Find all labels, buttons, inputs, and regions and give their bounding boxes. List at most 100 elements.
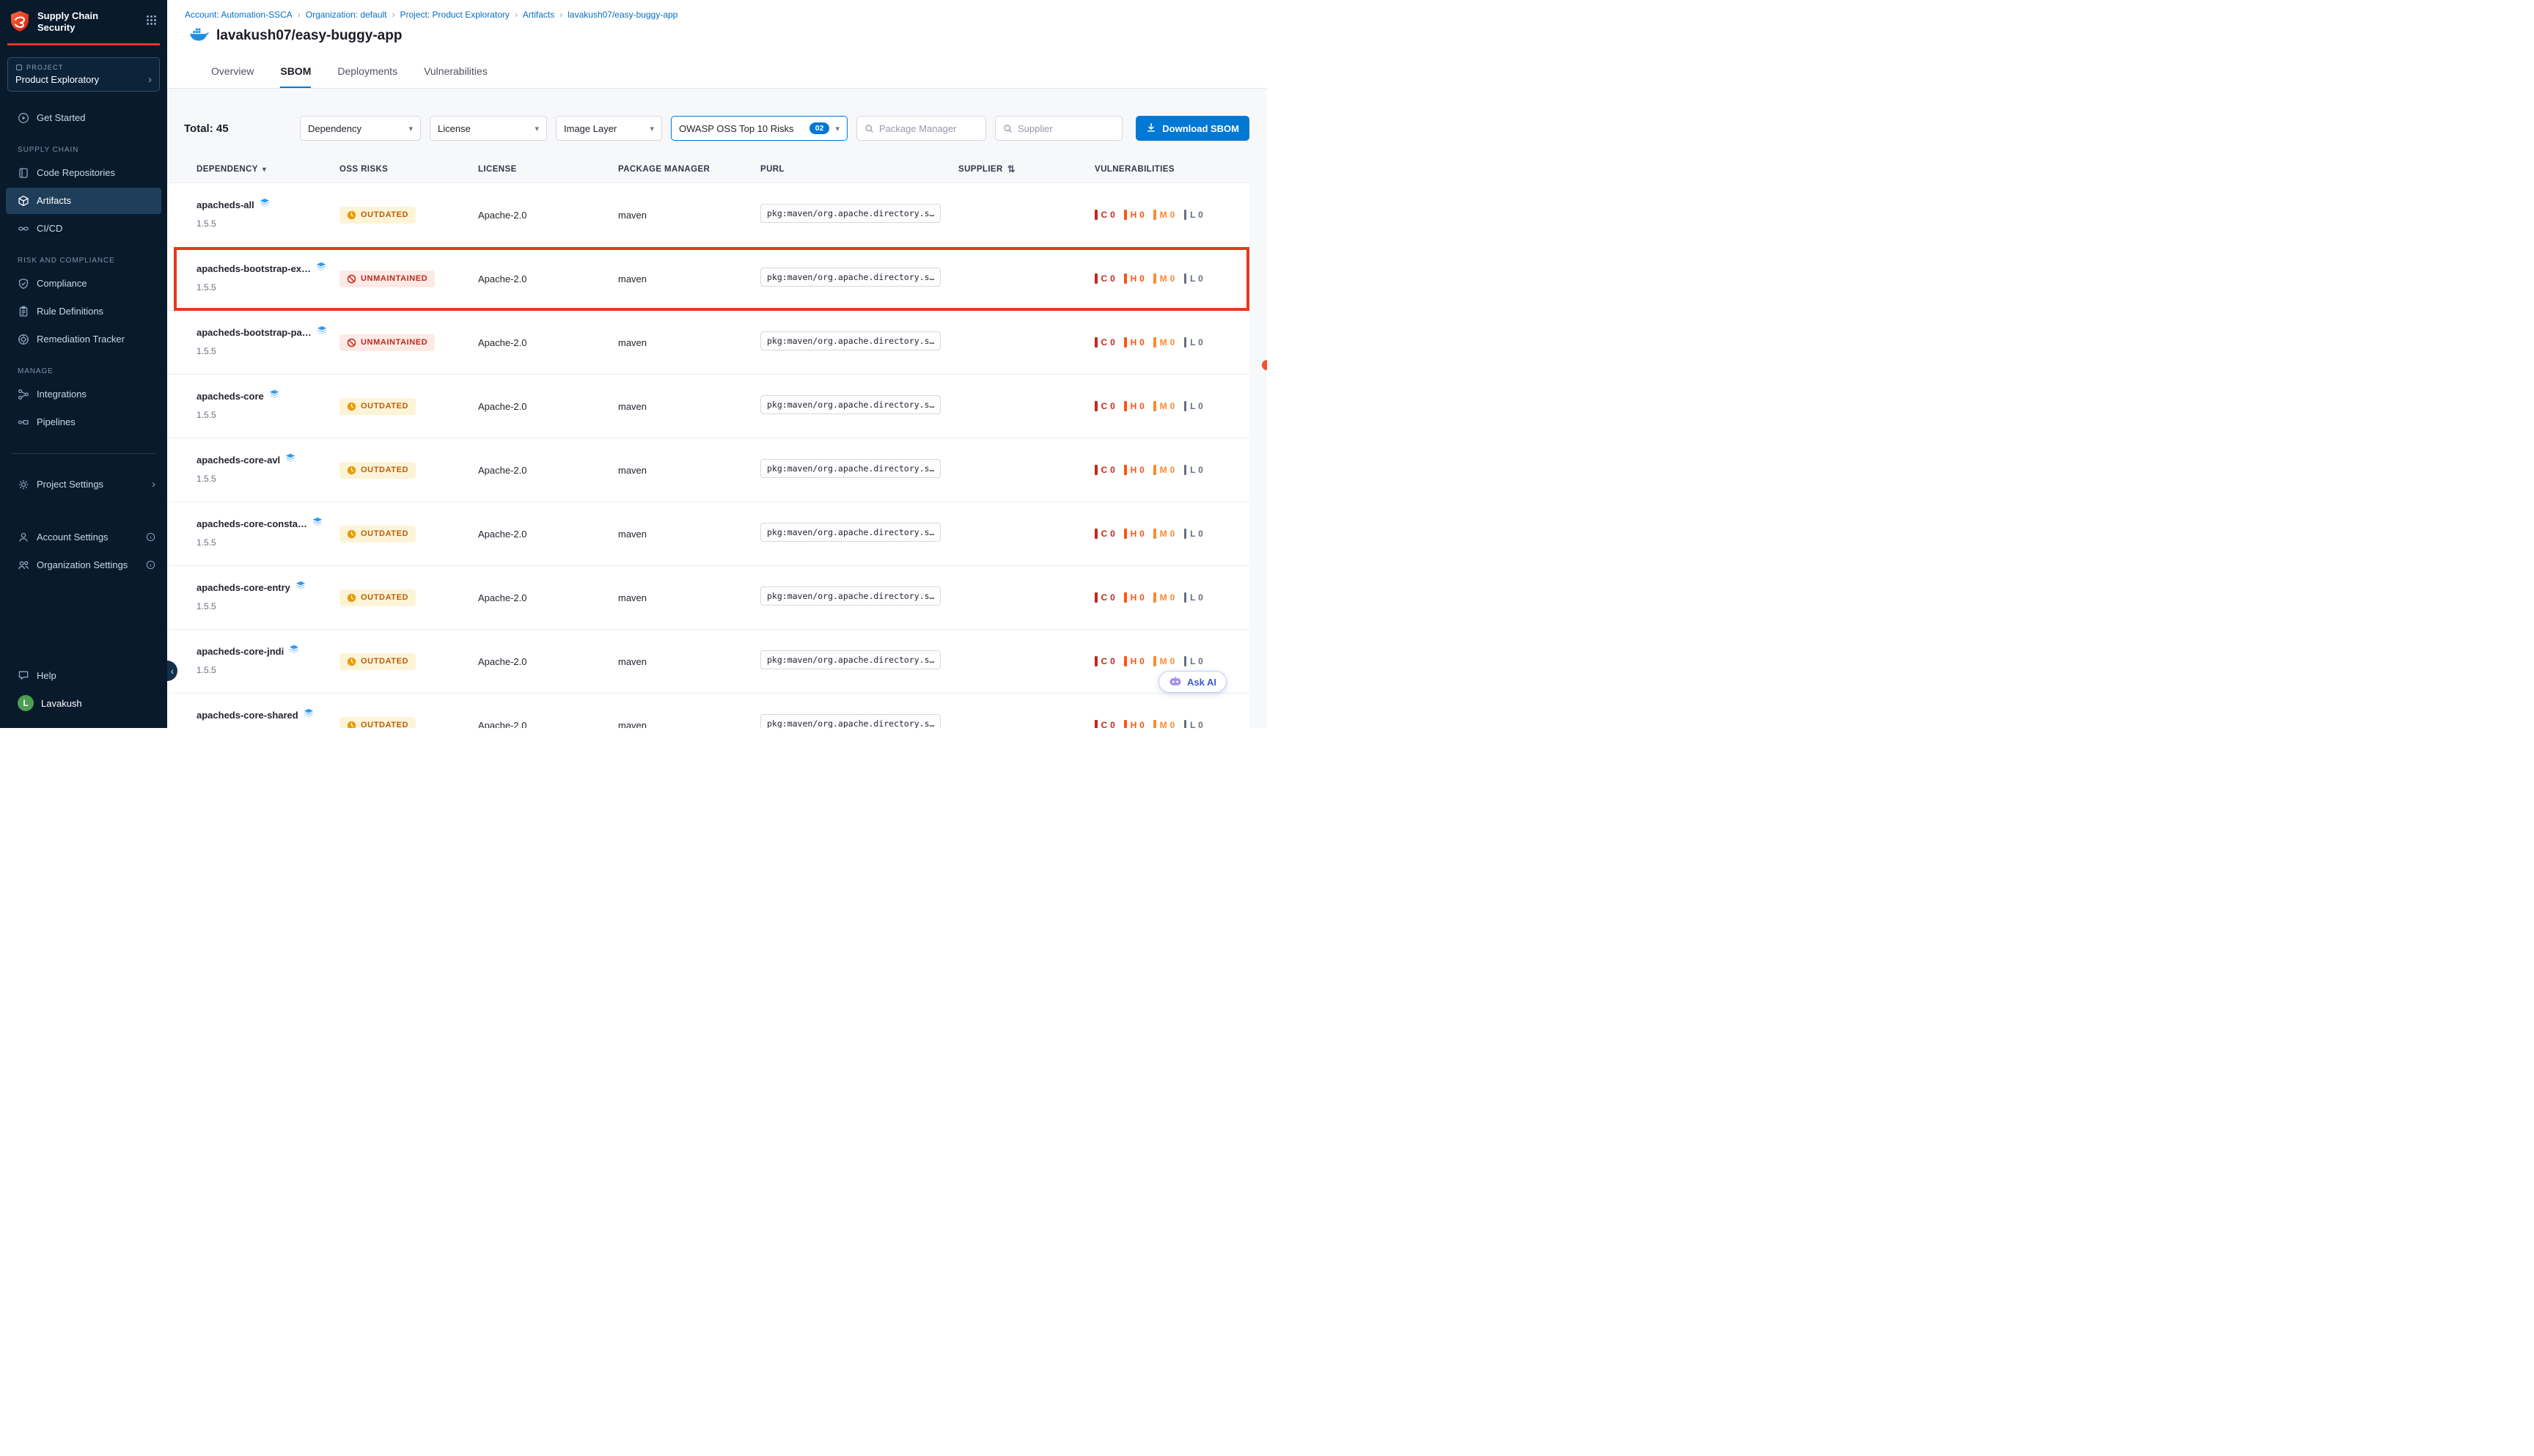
owasp-risks-filter-select[interactable]: OWASP OSS Top 10 Risks 02 ▾ (671, 116, 848, 141)
tab-overview[interactable]: Overview (211, 65, 254, 88)
dependency-filter-select[interactable]: Dependency ▾ (300, 116, 421, 141)
purl-value[interactable]: pkg:maven/org.apache.directory.s… (760, 331, 941, 350)
clock-icon (347, 529, 356, 539)
table-header: DEPENDENCY ▾ OSS RISKS LICENSE PACKAGE M… (167, 156, 1267, 183)
sidebar-header: Supply Chain Security (7, 0, 160, 45)
severity-medium: M 0 (1153, 401, 1175, 411)
sidebar-item-compliance[interactable]: Compliance (6, 271, 161, 297)
tab-deployments[interactable]: Deployments (337, 65, 397, 88)
dependency-version: 1.5.5 (197, 665, 339, 675)
breadcrumb-organization-link[interactable]: Organization: default (306, 10, 387, 20)
sort-updown-icon[interactable]: ⇅ (1007, 163, 1016, 175)
sidebar-item-remediation-tracker[interactable]: Remediation Tracker (6, 326, 161, 353)
compliance-icon (18, 278, 29, 290)
dependency-name: apacheds-core-jndi (197, 646, 284, 657)
purl-value[interactable]: pkg:maven/org.apache.directory.s… (760, 459, 941, 478)
dependency-cell: apacheds-core-consta… 1.5.5 (197, 502, 339, 565)
purl-value[interactable]: pkg:maven/org.apache.directory.s… (760, 395, 941, 414)
severity-high: H 0 (1124, 210, 1145, 220)
sidebar-item-project-settings[interactable]: Project Settings › (6, 471, 161, 498)
breadcrumb: Account: Automation-SSCA › Organization:… (185, 10, 1249, 20)
module-switcher-icon[interactable] (144, 13, 158, 31)
layers-icon (285, 453, 295, 467)
ask-ai-button[interactable]: Ask AI (1158, 671, 1227, 693)
chevron-down-icon: ▾ (408, 124, 413, 133)
sidebar-item-get-started[interactable]: Get Started (6, 105, 161, 131)
table-row[interactable]: apacheds-core-shared 1.5.5 OUTDATED Apac… (167, 694, 1249, 728)
license-value: Apache-2.0 (478, 401, 618, 412)
table-row[interactable]: apacheds-core-consta… 1.5.5 OUTDATED Apa… (167, 502, 1249, 566)
download-sbom-button[interactable]: Download SBOM (1136, 116, 1249, 141)
table-row[interactable]: apacheds-bootstrap-pa… 1.5.5 UNMAINTAINE… (167, 311, 1249, 375)
sidebar-item-artifacts[interactable]: Artifacts (6, 188, 161, 214)
user-menu[interactable]: L Lavakush (6, 690, 161, 716)
package-manager-value: maven (618, 592, 760, 603)
code-repositories-icon (18, 167, 29, 179)
column-header-oss-risks: OSS RISKS (339, 165, 388, 174)
table-row[interactable]: apacheds-core-entry 1.5.5 OUTDATED Apach… (167, 566, 1249, 630)
sidebar-item-label: Organization Settings (37, 559, 128, 570)
breadcrumb-artifact-link[interactable]: lavakush07/easy-buggy-app (568, 10, 677, 20)
column-header-license: LICENSE (478, 165, 517, 174)
project-name: Product Exploratory (15, 74, 99, 85)
package-manager-search-input[interactable] (879, 123, 978, 134)
sidebar-item-cicd[interactable]: CI/CD (6, 216, 161, 242)
breadcrumb-project-link[interactable]: Project: Product Exploratory (400, 10, 510, 20)
purl-value[interactable]: pkg:maven/org.apache.directory.s… (760, 714, 941, 729)
sidebar-item-label: Compliance (37, 278, 87, 289)
layers-icon (295, 581, 306, 595)
sidebar-item-pipelines[interactable]: Pipelines (6, 409, 161, 435)
chevron-down-icon: ▾ (535, 124, 539, 133)
sidebar-item-code-repositories[interactable]: Code Repositories (6, 160, 161, 186)
purl-value[interactable]: pkg:maven/org.apache.directory.s… (760, 650, 941, 669)
page-header: Account: Automation-SSCA › Organization:… (167, 0, 1267, 89)
supplier-search-input[interactable] (1018, 123, 1114, 134)
severity-critical: C 0 (1095, 720, 1115, 728)
dependency-name: apacheds-core-avl (197, 455, 280, 466)
table-row[interactable]: apacheds-bootstrap-ex… 1.5.5 UNMAINTAINE… (167, 247, 1249, 311)
sort-caret-icon[interactable]: ▾ (262, 166, 266, 174)
dependency-name: apacheds-core (197, 391, 264, 402)
sidebar-item-rule-definitions[interactable]: Rule Definitions (6, 298, 161, 325)
table-row[interactable]: apacheds-all 1.5.5 OUTDATED Apache-2.0 m… (167, 183, 1249, 247)
breadcrumb-separator: › (392, 10, 395, 20)
sidebar-item-organization-settings[interactable]: Organization Settings (6, 552, 161, 578)
purl-value[interactable]: pkg:maven/org.apache.directory.s… (760, 268, 941, 287)
clock-icon (347, 210, 356, 220)
project-selector[interactable]: PROJECT Product Exploratory › (7, 57, 160, 92)
oss-risk-cell: OUTDATED (339, 462, 478, 479)
chevron-down-icon: ▾ (650, 124, 654, 133)
risk-label: OUTDATED (361, 529, 408, 538)
image-layer-filter-select[interactable]: Image Layer ▾ (556, 116, 662, 141)
purl-value[interactable]: pkg:maven/org.apache.directory.s… (760, 523, 941, 542)
tab-sbom[interactable]: SBOM (280, 65, 311, 88)
oss-risk-cell: UNMAINTAINED (339, 334, 478, 351)
sidebar: Supply Chain Security PROJECT Product Ex… (0, 0, 167, 728)
sidebar-item-integrations[interactable]: Integrations (6, 381, 161, 408)
dependency-version: 1.5.5 (197, 410, 339, 420)
breadcrumb-artifacts-link[interactable]: Artifacts (523, 10, 554, 20)
risk-label: OUTDATED (361, 593, 408, 602)
severity-medium: M 0 (1153, 656, 1175, 666)
purl-value[interactable]: pkg:maven/org.apache.directory.s… (760, 204, 941, 223)
tab-vulnerabilities[interactable]: Vulnerabilities (424, 65, 488, 88)
severity-low: L 0 (1184, 337, 1204, 348)
license-filter-select[interactable]: License ▾ (430, 116, 547, 141)
sidebar-footer: Help L Lavakush (0, 653, 167, 728)
sidebar-item-help[interactable]: Help (6, 662, 161, 688)
severity-critical: C 0 (1095, 401, 1115, 411)
table-row[interactable]: apacheds-core 1.5.5 OUTDATED Apache-2.0 … (167, 375, 1249, 438)
section-title-supply-chain: SUPPLY CHAIN (0, 133, 167, 158)
table-row[interactable]: apacheds-core-avl 1.5.5 OUTDATED Apache-… (167, 438, 1249, 502)
breadcrumb-account-link[interactable]: Account: Automation-SSCA (185, 10, 293, 20)
severity-high: H 0 (1124, 720, 1145, 728)
chevron-down-icon: ▾ (835, 124, 840, 133)
clock-icon (347, 593, 356, 603)
sidebar-item-account-settings[interactable]: Account Settings (6, 524, 161, 551)
layers-icon (312, 517, 323, 531)
severity-low: L 0 (1184, 465, 1204, 475)
vulnerability-counts: C 0H 0M 0L 0 (1095, 465, 1249, 475)
purl-value[interactable]: pkg:maven/org.apache.directory.s… (760, 587, 941, 606)
risk-badge: UNMAINTAINED (339, 334, 435, 351)
table-row[interactable]: apacheds-core-jndi 1.5.5 OUTDATED Apache… (167, 630, 1249, 694)
